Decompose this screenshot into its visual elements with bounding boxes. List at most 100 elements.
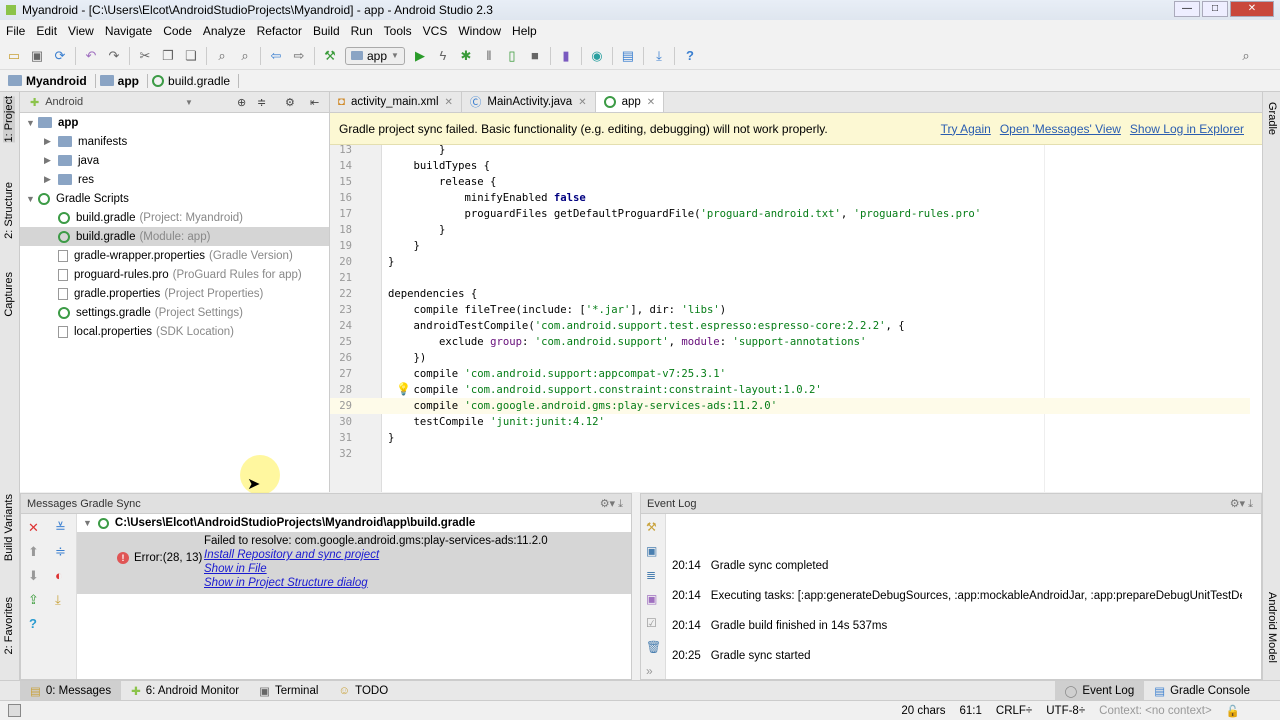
open-messages-link[interactable]: Open 'Messages' View — [1000, 122, 1121, 136]
menu-navigate[interactable]: Navigate — [105, 24, 152, 38]
intention-bulb-icon[interactable]: 💡 — [396, 381, 411, 397]
forward-icon[interactable]: ⇨ — [291, 48, 307, 64]
expand-arrow-icon[interactable]: ▶ — [44, 155, 56, 166]
code-line[interactable]: 23 compile fileTree(include: ['*.jar'], … — [330, 302, 1250, 318]
code-line[interactable]: 15 release { — [330, 174, 1250, 190]
back-icon[interactable]: ⇦ — [268, 48, 284, 64]
find-icon[interactable]: ⌕ — [214, 48, 230, 64]
tool-favorites[interactable]: 2: Favorites — [3, 597, 15, 654]
maximize-button[interactable]: □ — [1202, 1, 1228, 17]
code-line[interactable]: 26 }) — [330, 350, 1250, 366]
line-separator[interactable]: CRLF÷ — [996, 705, 1032, 717]
project-structure-icon[interactable]: ▤ — [620, 48, 636, 64]
panel-settings-icon[interactable]: ⚙▾ ⤓ — [600, 497, 623, 511]
error-message[interactable]: ! Error:(28, 13) Failed to resolve: com.g… — [77, 532, 631, 594]
chevron-down-icon[interactable]: ▼ — [185, 98, 193, 107]
code-line[interactable]: 13 } — [330, 145, 1250, 158]
tree-item[interactable]: ▼ app — [20, 113, 329, 132]
menu-view[interactable]: View — [68, 24, 94, 38]
make-project-icon[interactable]: ⚒ — [322, 48, 338, 64]
hide-warnings-icon[interactable]: ◐ — [55, 568, 63, 583]
tree-item[interactable]: ▶ manifests — [20, 132, 329, 151]
tree-item[interactable]: proguard-rules.pro (ProGuard Rules for ap… — [20, 265, 329, 284]
sdk-manager-icon[interactable]: ⤓ — [651, 48, 667, 64]
menu-analyze[interactable]: Analyze — [203, 24, 246, 38]
minimize-button[interactable]: — — [1174, 1, 1200, 17]
expand-arrow-icon[interactable]: ▼ — [26, 194, 38, 204]
show-in-file-link[interactable]: Show in File — [204, 562, 548, 576]
breadcrumb-module[interactable]: app — [99, 73, 149, 88]
soft-wrap-icon[interactable]: ≣ — [646, 568, 656, 582]
expand-arrow-icon[interactable]: ▶ — [44, 136, 56, 147]
more-icon[interactable]: » — [646, 664, 653, 678]
try-again-link[interactable]: Try Again — [941, 122, 991, 136]
menu-vcs[interactable]: VCS — [423, 24, 448, 38]
code-line[interactable]: 24 androidTestCompile('com.android.suppo… — [330, 318, 1250, 334]
tree-item[interactable]: gradle.properties (Project Properties) — [20, 284, 329, 303]
debug-icon[interactable]: ✱ — [458, 48, 474, 64]
help-icon[interactable]: ? — [682, 48, 698, 64]
run-config-select[interactable]: app ▼ — [345, 46, 405, 65]
clear-all-icon[interactable]: 🗑 — [646, 640, 661, 654]
collapse-all-icon[interactable]: ≑ — [257, 96, 266, 109]
expand-arrow-icon[interactable]: ▶ — [44, 174, 56, 185]
replace-icon[interactable]: ⌕ — [237, 48, 253, 64]
tool-terminal[interactable]: ▣ Terminal — [249, 681, 328, 701]
close-tab-icon[interactable]: ✕ — [578, 97, 586, 108]
code-line[interactable]: 28 compile 'com.android.support.constrai… — [330, 382, 1250, 398]
tool-gradle[interactable]: Gradle — [1266, 102, 1278, 135]
search-everywhere-icon[interactable]: ⌕ — [1238, 48, 1254, 64]
code-line[interactable]: 21 — [330, 270, 1250, 286]
gear-icon[interactable]: ⚙ — [285, 96, 295, 109]
apply-changes-icon[interactable]: ϟ — [435, 48, 451, 64]
open-icon[interactable]: ▭ — [6, 48, 22, 64]
tab-activity_main-xml[interactable]: ◘ activity_main.xml ✕ — [330, 92, 462, 112]
avd-manager-icon[interactable]: ▮ — [558, 48, 574, 64]
tree-item[interactable]: local.properties (SDK Location) — [20, 322, 329, 341]
tree-item[interactable]: settings.gradle (Project Settings) — [20, 303, 329, 322]
code-line[interactable]: 18 } — [330, 222, 1250, 238]
tree-item[interactable]: build.gradle (Module: app) — [20, 227, 329, 246]
panel-settings-icon[interactable]: ⚙▾ ⤓ — [1230, 497, 1253, 511]
close-icon[interactable]: ✕ — [28, 520, 39, 536]
tool-android-monitor[interactable]: ✚ 6: Android Monitor — [121, 681, 249, 701]
collapse-all-icon[interactable]: ≑ — [55, 544, 66, 560]
code-line[interactable]: 27 compile 'com.android.support:appcompa… — [330, 366, 1250, 382]
tree-item[interactable]: ▶ java — [20, 151, 329, 170]
tool-build-variants[interactable]: Build Variants — [3, 494, 15, 561]
hide-panel-icon[interactable]: ⇤ — [310, 96, 319, 109]
cut-icon[interactable]: ✂ — [137, 48, 153, 64]
code-line[interactable]: 32 — [330, 446, 1250, 462]
code-line[interactable]: 29 compile 'com.google.android.gms:play-… — [330, 398, 1250, 414]
copy-icon[interactable]: ❐ — [160, 48, 176, 64]
file-encoding[interactable]: UTF-8÷ — [1046, 705, 1085, 717]
code-line[interactable]: 30 testCompile 'junit:junit:4.12' — [330, 414, 1250, 430]
menu-run[interactable]: Run — [351, 24, 373, 38]
code-line[interactable]: 20} — [330, 254, 1250, 270]
up-arrow-icon[interactable]: ⬆ — [28, 544, 39, 560]
tool-android-model[interactable]: Android Model — [1266, 592, 1278, 663]
stop-icon[interactable]: ■ — [527, 48, 543, 64]
sync-icon[interactable]: ⟳ — [52, 48, 68, 64]
menu-edit[interactable]: Edit — [36, 24, 57, 38]
tree-item[interactable]: ▼ Gradle Scripts — [20, 189, 329, 208]
caret-position[interactable]: 61:1 — [960, 705, 982, 717]
tool-structure[interactable]: 2: Structure — [3, 182, 15, 239]
code-line[interactable]: 25 exclude group: 'com.android.support',… — [330, 334, 1250, 350]
tool-messages[interactable]: ▤ 0: Messages — [20, 680, 122, 701]
tree-item[interactable]: build.gradle (Project: Myandroid) — [20, 208, 329, 227]
toggle-tool-buttons-icon[interactable] — [8, 704, 21, 717]
run-icon[interactable]: ▶ — [412, 48, 428, 64]
show-log-link[interactable]: Show Log in Explorer — [1130, 122, 1244, 136]
code-line[interactable]: 14 buildTypes { — [330, 158, 1250, 174]
install-repository-link[interactable]: Install Repository and sync project — [204, 548, 548, 562]
code-line[interactable]: 31} — [330, 430, 1250, 446]
tool-captures[interactable]: Captures — [3, 272, 15, 317]
code-line[interactable]: 22 dependencies { — [330, 286, 1250, 302]
export-icon[interactable]: ⇪ — [28, 592, 39, 608]
breadcrumb-project[interactable]: Myandroid — [8, 73, 96, 88]
attach-debugger-icon[interactable]: ▯ — [504, 48, 520, 64]
profile-icon[interactable]: ‖ — [481, 48, 497, 64]
menu-build[interactable]: Build — [313, 24, 340, 38]
redo-icon[interactable]: ↷ — [106, 48, 122, 64]
